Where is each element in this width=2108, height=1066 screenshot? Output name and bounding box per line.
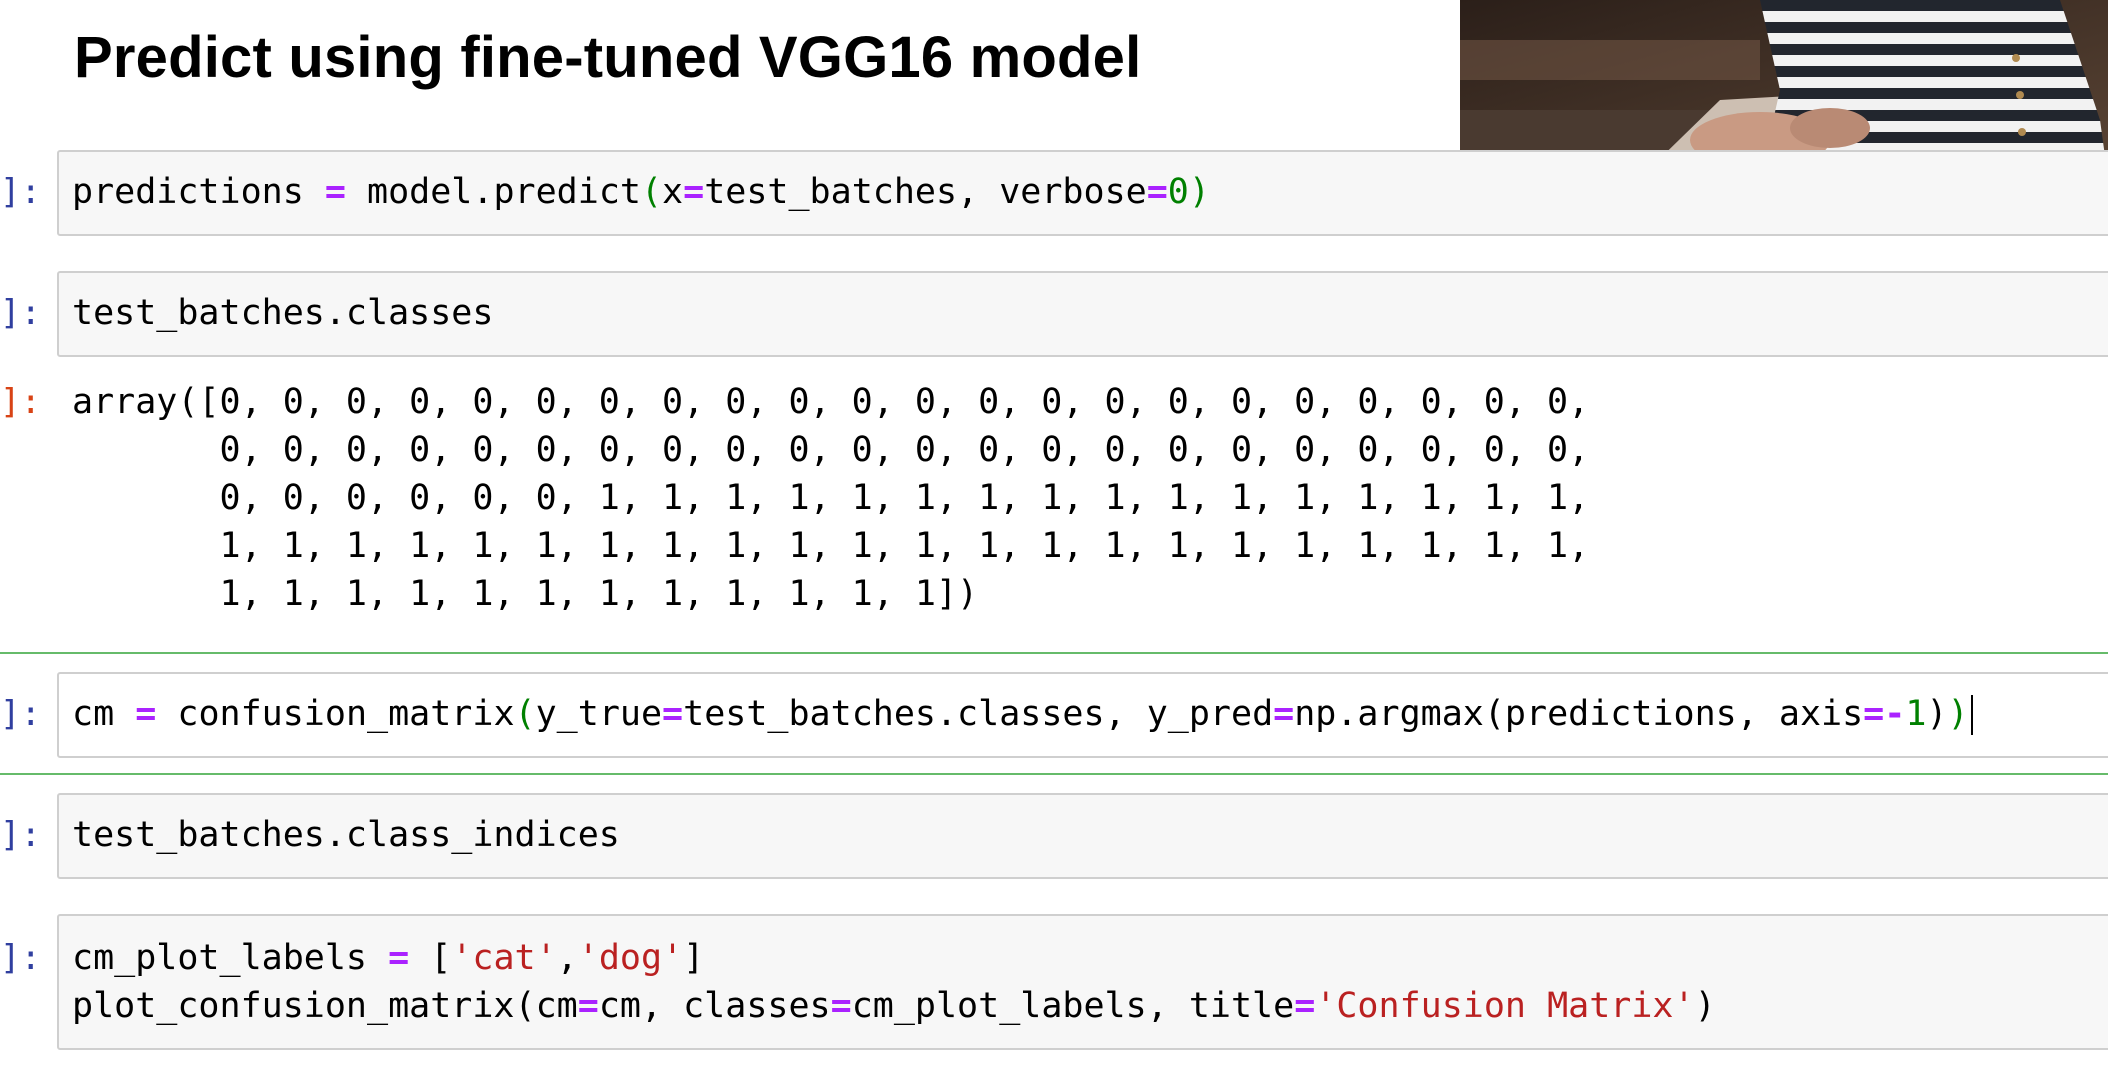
code-cell-predictions[interactable]: ]: predictions = model.predict(x=test_ba… xyxy=(0,150,2108,236)
cell-prompt: ]: xyxy=(0,815,41,855)
cell-code[interactable]: test_batches.classes xyxy=(72,289,493,337)
output-line-2: 0, 0, 0, 0, 0, 0, 0, 0, 0, 0, 0, 0, 0, 0… xyxy=(72,430,1590,470)
cell-code-line-2[interactable]: plot_confusion_matrix(cm=cm, classes=cm_… xyxy=(72,982,1716,1030)
code-cell-plot-confusion-matrix[interactable]: ]: cm_plot_labels = ['cat','dog'] plot_c… xyxy=(0,914,2108,1050)
code-cell-classes[interactable]: ]: test_batches.classes xyxy=(0,271,2108,357)
cell-code[interactable]: predictions = model.predict(x=test_batch… xyxy=(72,168,1210,216)
output-line-1: array([0, 0, 0, 0, 0, 0, 0, 0, 0, 0, 0, … xyxy=(72,382,1590,422)
selected-cell-top-border xyxy=(0,652,2108,654)
cell-prompt: ]: xyxy=(0,938,41,978)
code-cell-class-indices[interactable]: ]: test_batches.class_indices xyxy=(0,793,2108,879)
output-line-5: 1, 1, 1, 1, 1, 1, 1, 1, 1, 1, 1, 1]) xyxy=(72,574,979,614)
code-cell-confusion-matrix[interactable]: ]: cm = confusion_matrix(y_true=test_bat… xyxy=(0,672,2108,758)
selected-cell-bottom-border xyxy=(0,773,2108,775)
notebook-heading: Predict using fine-tuned VGG16 model xyxy=(74,25,1142,90)
cell-code[interactable]: test_batches.class_indices xyxy=(72,811,620,859)
cell-prompt: ]: xyxy=(0,172,41,212)
output-line-4: 1, 1, 1, 1, 1, 1, 1, 1, 1, 1, 1, 1, 1, 1… xyxy=(72,526,1590,566)
output-line-3: 0, 0, 0, 0, 0, 0, 1, 1, 1, 1, 1, 1, 1, 1… xyxy=(72,478,1590,518)
cell-code-line-1[interactable]: cm_plot_labels = ['cat','dog'] xyxy=(72,934,704,982)
cell-prompt: ]: xyxy=(0,293,41,333)
cell-prompt: ]: xyxy=(0,694,41,734)
text-cursor xyxy=(1970,695,1973,735)
output-prompt: ]: xyxy=(0,382,41,422)
output-area-classes: ]: array([0, 0, 0, 0, 0, 0, 0, 0, 0, 0, … xyxy=(0,378,2108,618)
cell-code[interactable]: cm = confusion_matrix(y_true=test_batche… xyxy=(72,690,1973,738)
